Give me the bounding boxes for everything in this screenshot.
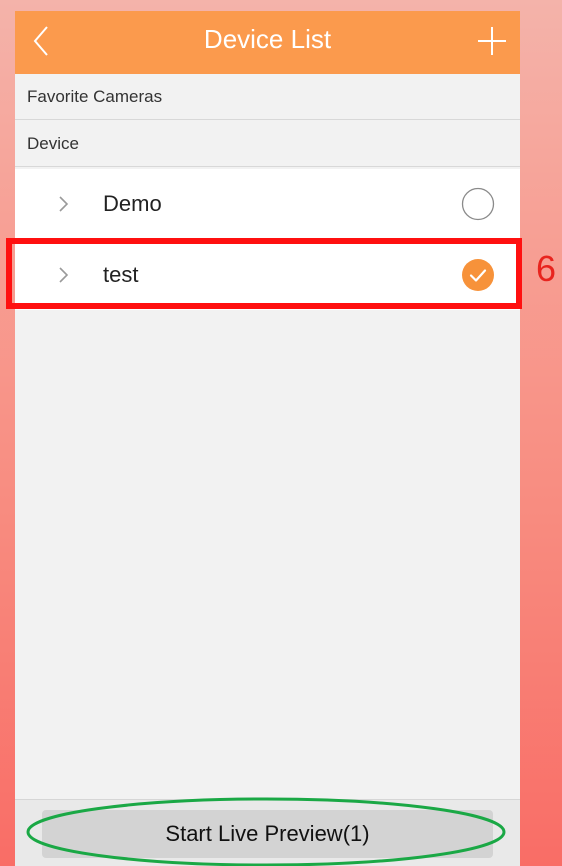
device-list-screen: Device List Favorite Cameras Device Demo xyxy=(15,11,520,866)
device-name: test xyxy=(103,262,139,287)
chevron-right-icon[interactable] xyxy=(57,265,71,285)
page-title: Device List xyxy=(203,24,332,54)
favorite-cameras-section[interactable]: Favorite Cameras xyxy=(15,74,520,120)
device-section[interactable]: Device xyxy=(15,121,520,167)
chevron-right-icon[interactable] xyxy=(57,194,71,214)
start-live-preview-button[interactable]: Start Live Preview(1) xyxy=(42,810,493,858)
favorite-cameras-label: Favorite Cameras xyxy=(27,87,163,106)
device-row-test[interactable]: test xyxy=(15,239,520,310)
add-device-button[interactable] xyxy=(472,21,512,61)
device-list: Demo test xyxy=(15,169,520,310)
checked-circle-icon[interactable] xyxy=(461,258,495,292)
unchecked-circle-icon[interactable] xyxy=(461,187,495,221)
cropped-top-text xyxy=(0,0,562,10)
device-section-label: Device xyxy=(27,134,79,153)
device-name: Demo xyxy=(103,191,162,216)
bottom-toolbar: Start Live Preview(1) xyxy=(15,799,520,866)
nav-header: Device List xyxy=(15,11,520,74)
device-row-demo[interactable]: Demo xyxy=(15,169,520,239)
plus-icon xyxy=(478,27,506,55)
annotation-step-number: 6 xyxy=(536,248,557,289)
